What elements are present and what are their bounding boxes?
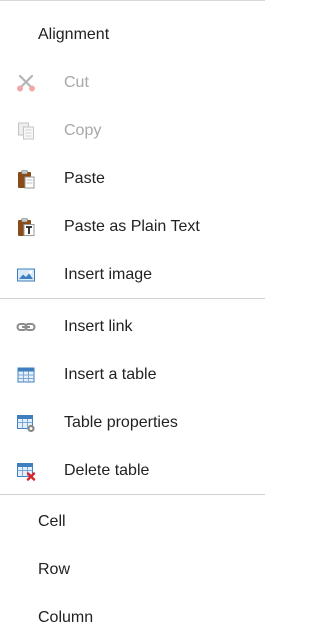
menu-item-cut[interactable]: Cut: [0, 59, 265, 107]
menu-item-label: Insert image: [64, 266, 153, 283]
menu-item-label: Row: [38, 561, 71, 578]
menu-item-insert-link[interactable]: Insert link: [0, 303, 265, 351]
menu-item-paste[interactable]: Paste: [0, 155, 265, 203]
insert-link-icon: [16, 323, 36, 331]
insert-image-icon: [17, 268, 35, 282]
menu-item-label: Alignment: [38, 26, 110, 43]
menu-item-copy[interactable]: Copy: [0, 107, 265, 155]
menu-item-label: Cell: [38, 513, 66, 530]
table-properties-icon: [17, 415, 35, 433]
menu-item-cell[interactable]: Cell: [0, 498, 265, 546]
insert-table-icon: [17, 367, 35, 383]
menu-item-label: Insert link: [64, 318, 133, 335]
menu-item-column[interactable]: Column: [0, 594, 265, 641]
menu-item-insert-image[interactable]: Insert image: [0, 251, 265, 299]
copy-icon: [18, 122, 34, 140]
menu-item-row[interactable]: Row: [0, 546, 265, 594]
menu-item-label: Delete table: [64, 462, 150, 479]
menu-item-label: Table properties: [64, 414, 178, 431]
menu-item-label: Paste: [64, 170, 105, 187]
paste-icon: [18, 170, 35, 189]
menu-item-delete-table[interactable]: Delete table: [0, 447, 265, 495]
menu-item-paste-as-plain-text[interactable]: Paste as Plain Text: [0, 203, 265, 251]
context-menu: Alignment Cut Copy Paste Paste as Plain …: [0, 0, 265, 641]
menu-item-label: Column: [38, 609, 94, 626]
paste-plain-text-icon: [18, 218, 35, 236]
delete-table-icon: [17, 463, 36, 481]
menu-item-label: Cut: [64, 74, 89, 91]
menu-item-label: Copy: [64, 122, 102, 139]
cut-icon: [17, 74, 35, 92]
menu-item-label: Insert a table: [64, 366, 157, 383]
menu-item-label: Paste as Plain Text: [64, 218, 200, 235]
menu-item-alignment[interactable]: Alignment: [0, 11, 265, 59]
menu-item-insert-a-table[interactable]: Insert a table: [0, 351, 265, 399]
menu-item-table-properties[interactable]: Table properties: [0, 399, 265, 447]
menu-separator: [0, 494, 265, 495]
menu-separator: [0, 298, 265, 299]
